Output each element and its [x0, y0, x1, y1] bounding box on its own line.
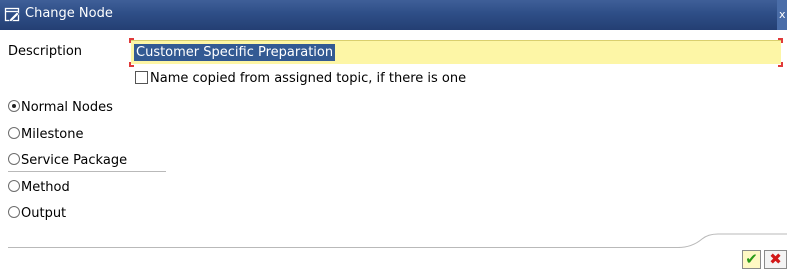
- required-marker: [129, 62, 134, 67]
- radio-service-package[interactable]: Service Package: [8, 153, 127, 168]
- radio-label: Output: [21, 206, 67, 221]
- radio-label: Milestone: [21, 127, 84, 142]
- description-field[interactable]: Customer Specific Preparation: [129, 38, 783, 67]
- cancel-button[interactable]: ✖: [764, 250, 787, 269]
- radio-button[interactable]: [8, 180, 20, 192]
- cancel-x-icon: ✖: [769, 250, 782, 268]
- radio-milestone[interactable]: Milestone: [8, 127, 84, 142]
- description-value: Customer Specific Preparation: [134, 44, 336, 61]
- radio-method[interactable]: Method: [8, 180, 70, 195]
- required-marker: [778, 38, 783, 43]
- close-icon: x: [779, 8, 786, 21]
- required-marker: [778, 62, 783, 67]
- radio-button[interactable]: [8, 206, 20, 218]
- window-title: Change Node: [25, 6, 113, 21]
- footer-divider-curve: [678, 233, 787, 248]
- radio-button[interactable]: [8, 153, 20, 165]
- edit-window-icon: [4, 7, 20, 22]
- name-copied-checkbox[interactable]: [135, 71, 148, 84]
- confirm-button[interactable]: ✔: [742, 250, 761, 269]
- radio-button-selected[interactable]: [8, 100, 20, 112]
- radio-button[interactable]: [8, 127, 20, 139]
- name-copied-label: Name copied from assigned topic, if ther…: [150, 71, 467, 86]
- divider: [8, 171, 166, 172]
- description-label: Description: [8, 44, 83, 59]
- checkmark-icon: ✔: [745, 250, 758, 268]
- radio-label: Method: [21, 180, 70, 195]
- radio-output[interactable]: Output: [8, 206, 66, 221]
- title-bar: Change Node x: [0, 0, 787, 30]
- required-marker: [129, 38, 134, 43]
- radio-label: Normal Nodes: [21, 100, 113, 115]
- footer-divider: [8, 247, 680, 248]
- close-button[interactable]: x: [777, 0, 787, 30]
- radio-normal-nodes[interactable]: Normal Nodes: [8, 100, 113, 115]
- radio-label: Service Package: [21, 153, 128, 168]
- name-copied-option[interactable]: Name copied from assigned topic, if ther…: [135, 71, 466, 86]
